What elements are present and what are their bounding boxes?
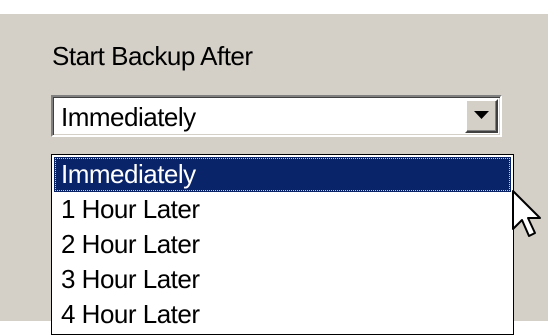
option-4-hour-later[interactable]: 4 Hour Later xyxy=(54,297,511,332)
option-immediately[interactable]: Immediately xyxy=(54,157,511,192)
dropdown-toggle-button[interactable] xyxy=(465,99,498,133)
start-backup-after-label: Start Backup After xyxy=(52,41,253,71)
start-backup-after-combobox[interactable]: Immediately xyxy=(51,95,502,137)
mouse-pointer-icon xyxy=(512,190,541,237)
dialog-panel: Start Backup After Immediately Immediate… xyxy=(0,14,548,335)
dropdown-list: Immediately 1 Hour Later 2 Hour Later 3 … xyxy=(51,154,514,335)
combobox-selected-value: Immediately xyxy=(61,102,196,132)
option-1-hour-later[interactable]: 1 Hour Later xyxy=(54,192,511,227)
option-3-hour-later[interactable]: 3 Hour Later xyxy=(54,262,511,297)
chevron-down-icon xyxy=(474,111,489,119)
option-2-hour-later[interactable]: 2 Hour Later xyxy=(54,227,511,262)
